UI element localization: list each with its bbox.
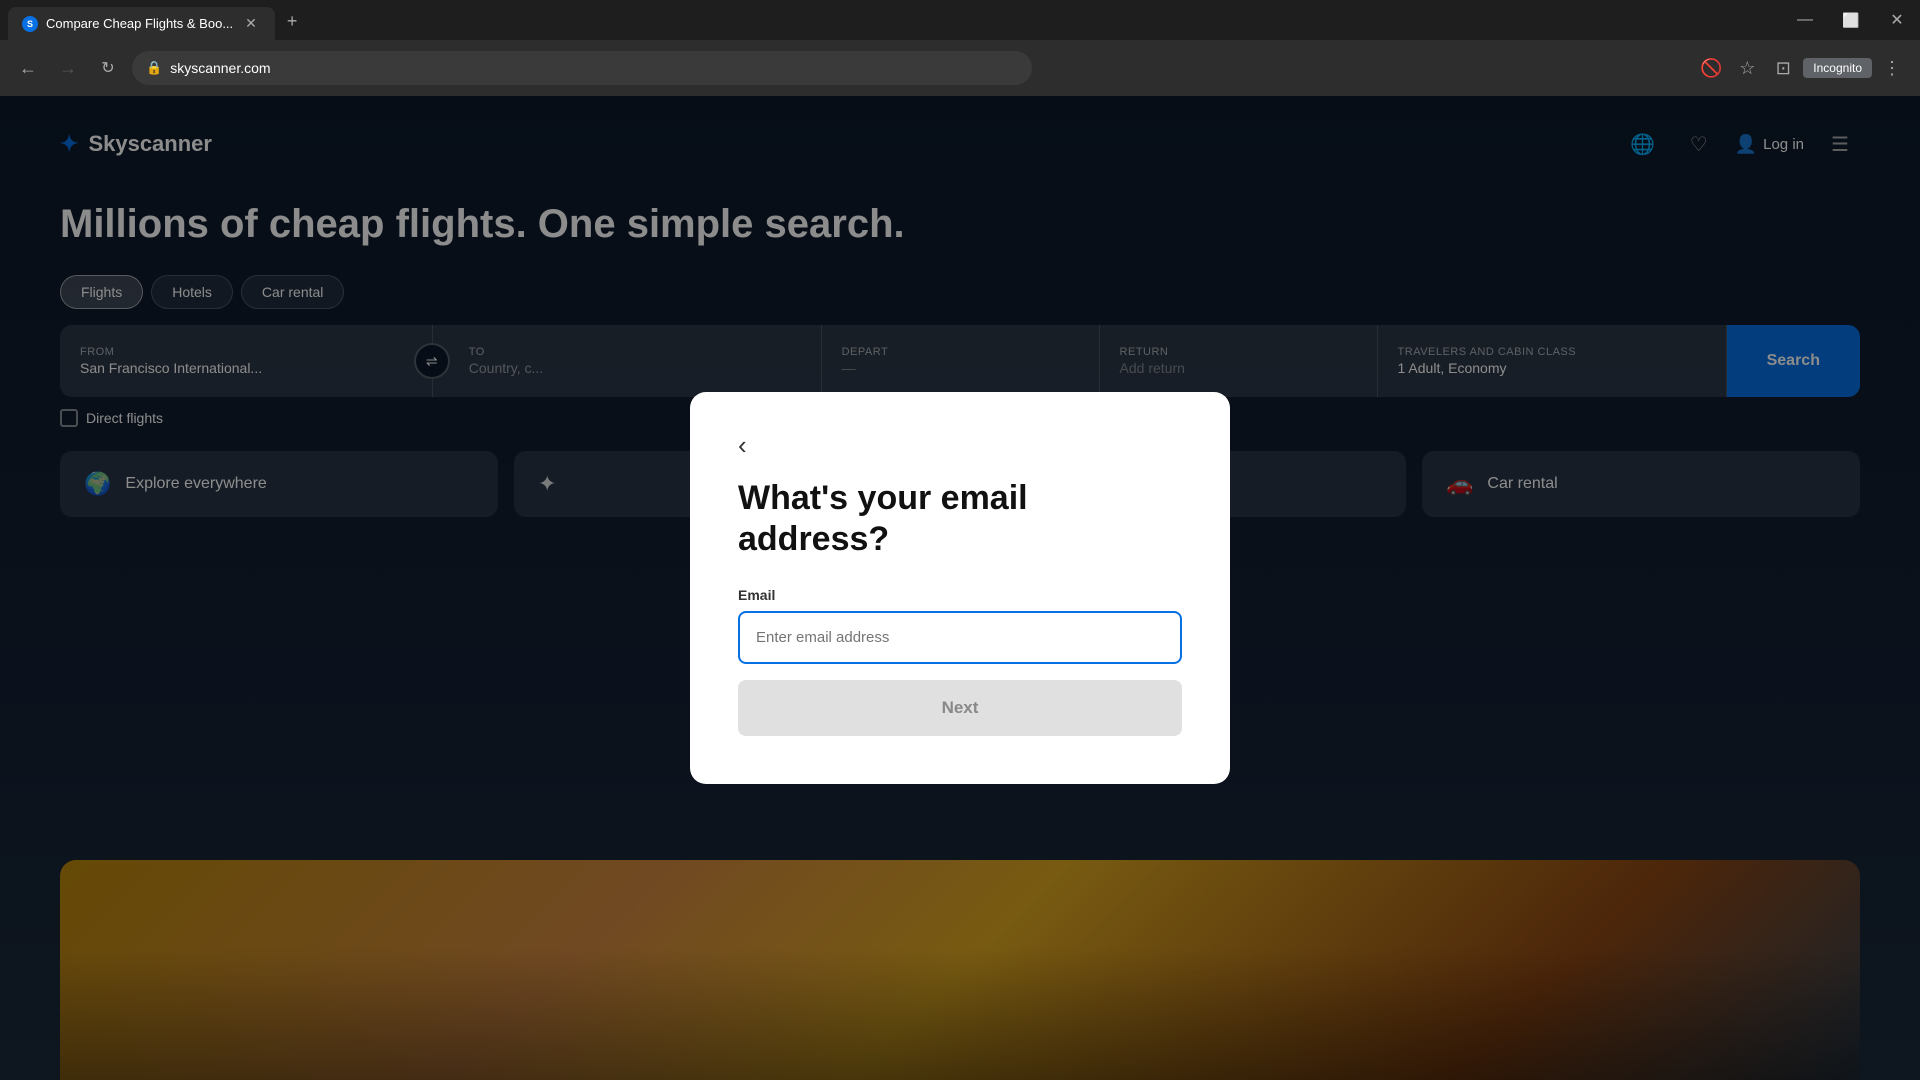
- restore-button[interactable]: ⬜: [1828, 0, 1874, 40]
- browser-toolbar-right: 🚫 ☆ ⊡ Incognito ⋮: [1695, 52, 1908, 84]
- back-nav-button[interactable]: ←: [12, 52, 44, 84]
- tab-favicon: S: [22, 16, 38, 32]
- tab-close-icon[interactable]: ✕: [241, 13, 261, 34]
- no-camera-icon: 🚫: [1695, 52, 1727, 84]
- more-options-button[interactable]: ⋮: [1876, 52, 1908, 84]
- incognito-badge[interactable]: Incognito: [1803, 58, 1872, 78]
- tab-title: Compare Cheap Flights & Boo...: [46, 16, 233, 31]
- modal-overlay: ‹ What's your email address? Email Next: [0, 96, 1920, 1080]
- page: ✦ Skyscanner 🌐 ♡ 👤 Log in ☰ Millions of …: [0, 96, 1920, 1080]
- address-bar: ← → ↻ 🔒 skyscanner.com 🚫 ☆ ⊡ Incognito ⋮: [0, 40, 1920, 96]
- modal-title: What's your email address?: [738, 478, 1182, 560]
- window-controls: — ⬜ ✕: [1782, 0, 1920, 40]
- email-modal: ‹ What's your email address? Email Next: [690, 392, 1230, 785]
- email-input[interactable]: [738, 611, 1182, 664]
- reload-button[interactable]: ↻: [92, 52, 124, 84]
- modal-back-button[interactable]: ‹: [738, 432, 747, 458]
- minimize-button[interactable]: —: [1782, 0, 1828, 40]
- close-button[interactable]: ✕: [1874, 0, 1920, 40]
- forward-nav-button: →: [52, 52, 84, 84]
- email-label: Email: [738, 587, 1182, 603]
- url-text: skyscanner.com: [170, 60, 270, 76]
- split-view-button[interactable]: ⊡: [1767, 52, 1799, 84]
- tab-bar: S Compare Cheap Flights & Boo... ✕ + — ⬜…: [0, 0, 1920, 40]
- browser-chrome: S Compare Cheap Flights & Boo... ✕ + — ⬜…: [0, 0, 1920, 96]
- next-button[interactable]: Next: [738, 680, 1182, 736]
- new-tab-button[interactable]: +: [279, 7, 306, 36]
- bookmark-button[interactable]: ☆: [1731, 52, 1763, 84]
- lock-icon: 🔒: [146, 60, 162, 76]
- url-bar[interactable]: 🔒 skyscanner.com: [132, 51, 1032, 85]
- active-tab[interactable]: S Compare Cheap Flights & Boo... ✕: [8, 7, 275, 40]
